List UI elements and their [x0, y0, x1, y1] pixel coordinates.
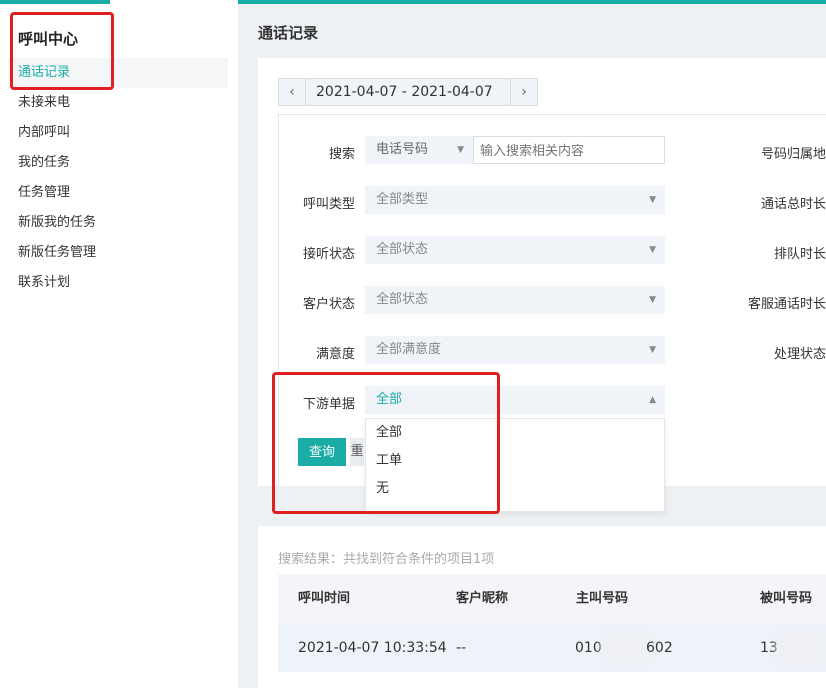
right-label-agent-duration: 客服通话时长 — [747, 297, 826, 312]
downstream-select[interactable]: 全部 ▲ — [365, 386, 665, 414]
query-button[interactable]: 查询 — [298, 438, 346, 466]
answer-status-label: 接听状态 — [302, 247, 355, 262]
sidebar-item-call-records[interactable]: 通话记录 — [8, 58, 228, 88]
answer-status-select[interactable]: 全部状态 ▼ — [365, 236, 665, 264]
customer-status-select[interactable]: 全部状态 ▼ — [365, 286, 665, 314]
answer-status-value: 全部状态 — [376, 242, 429, 257]
column-nickname: 客户昵称 — [456, 591, 509, 606]
cell-caller-prefix: 010 — [575, 640, 602, 656]
main-content: 通话记录 ‹ 2021-04-07 - 2021-04-07 › 搜索 电话号码… — [240, 4, 826, 688]
chevron-right-icon[interactable]: › — [511, 79, 537, 105]
page-title: 通话记录 — [258, 24, 319, 42]
dropdown-option-all[interactable]: 全部 — [366, 419, 664, 447]
search-input[interactable] — [473, 136, 665, 164]
customer-status-value: 全部状态 — [376, 292, 429, 307]
sidebar-item-task-management[interactable]: 任务管理 — [8, 178, 228, 208]
sidebar-item-my-tasks[interactable]: 我的任务 — [8, 148, 228, 178]
column-call-time: 呼叫时间 — [298, 591, 351, 606]
search-label: 搜索 — [328, 147, 355, 162]
downstream-label: 下游单据 — [302, 397, 355, 412]
reset-button[interactable]: 重 — [350, 438, 364, 466]
sidebar-title: 呼叫中心 — [18, 30, 79, 48]
satisfaction-select[interactable]: 全部满意度 ▼ — [365, 336, 665, 364]
call-type-value: 全部类型 — [376, 192, 429, 207]
dropdown-option-none[interactable]: 无 — [366, 475, 664, 503]
date-range-value[interactable]: 2021-04-07 - 2021-04-07 — [305, 79, 511, 105]
sidebar-item-missed-calls[interactable]: 未接来电 — [8, 88, 228, 118]
sidebar-item-contact-plan[interactable]: 联系计划 — [8, 268, 228, 298]
results-summary: 搜索结果：共找到符合条件的项目1项 — [278, 552, 495, 567]
chevron-up-icon: ▲ — [649, 395, 656, 405]
chevron-down-icon: ▼ — [649, 345, 656, 355]
sidebar-item-internal-call[interactable]: 内部呼叫 — [8, 118, 228, 148]
call-type-select[interactable]: 全部类型 ▼ — [365, 186, 665, 214]
column-callee: 被叫号码 — [760, 591, 813, 606]
sidebar: 呼叫中心 通话记录 未接来电 内部呼叫 我的任务 任务管理 新版我的任务 新版任… — [0, 4, 238, 688]
results-panel: 搜索结果：共找到符合条件的项目1项 呼叫时间 客户昵称 主叫号码 被叫号码 20… — [258, 526, 826, 688]
chevron-down-icon: ▼ — [649, 195, 656, 205]
downstream-dropdown: 全部 工单 无 — [365, 418, 665, 512]
table-row[interactable]: 2021-04-07 10:33:54 -- 010 602 13 — [278, 624, 826, 672]
search-type-select[interactable]: 电话号码 ▼ — [365, 136, 473, 164]
chevron-down-icon: ▼ — [457, 145, 464, 155]
sidebar-item-new-my-tasks[interactable]: 新版我的任务 — [8, 208, 228, 238]
cell-nickname: -- — [456, 640, 467, 656]
chevron-left-icon[interactable]: ‹ — [279, 79, 305, 105]
redaction-blur — [776, 628, 826, 668]
dropdown-option-ticket[interactable]: 工单 — [366, 447, 664, 475]
date-range-picker[interactable]: ‹ 2021-04-07 - 2021-04-07 › — [278, 78, 538, 106]
downstream-value: 全部 — [376, 392, 403, 407]
chevron-down-icon: ▼ — [649, 295, 656, 305]
right-label-total-duration: 通话总时长 — [760, 197, 826, 212]
satisfaction-label: 满意度 — [315, 347, 355, 362]
call-type-label: 呼叫类型 — [302, 197, 355, 212]
right-label-queue-duration: 排队时长 — [773, 247, 826, 262]
search-type-value: 电话号码 — [376, 142, 429, 157]
satisfaction-value: 全部满意度 — [376, 342, 442, 357]
column-caller: 主叫号码 — [576, 591, 629, 606]
right-label-process-status: 处理状态 — [773, 347, 826, 362]
right-label-region: 号码归属地 — [760, 147, 826, 162]
table-header: 呼叫时间 客户昵称 主叫号码 被叫号码 — [278, 574, 826, 624]
sidebar-item-new-task-management[interactable]: 新版任务管理 — [8, 238, 228, 268]
customer-status-label: 客户状态 — [302, 297, 355, 312]
cell-call-time: 2021-04-07 10:33:54 — [298, 640, 447, 656]
chevron-down-icon: ▼ — [649, 245, 656, 255]
cell-caller-suffix: 602 — [646, 640, 673, 656]
